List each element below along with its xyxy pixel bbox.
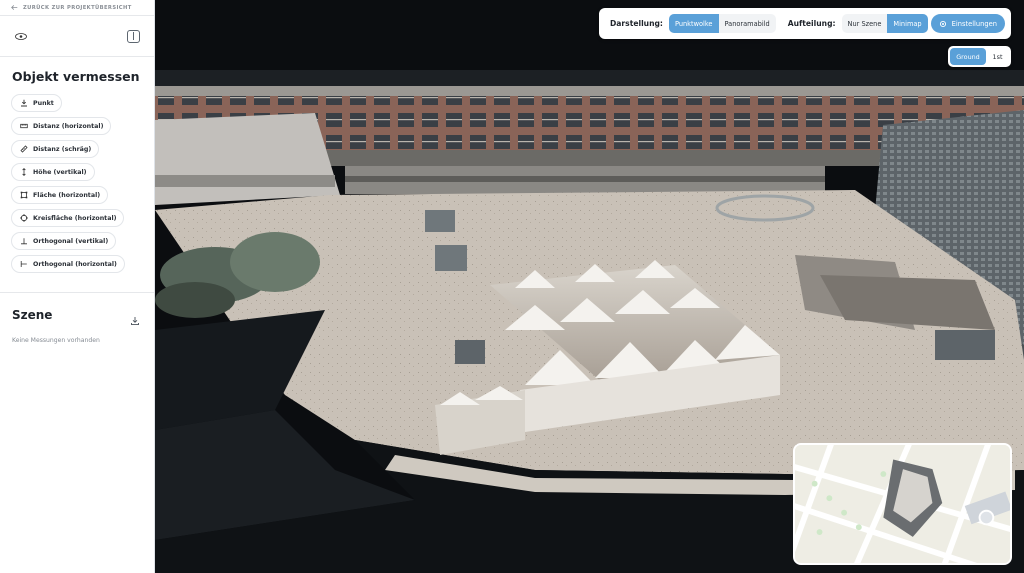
ruler-horizontal-icon xyxy=(19,122,28,131)
floor-option-ground[interactable]: Ground xyxy=(950,48,986,65)
orthogonal-horizontal-icon xyxy=(19,260,28,269)
split-option-nur-szene[interactable]: Nur Szene xyxy=(842,14,888,33)
minimap-map xyxy=(795,445,1010,563)
measure-title: Objekt vermessen xyxy=(12,69,140,84)
display-option-punktwolke[interactable]: Punktwolke xyxy=(668,14,719,33)
tool-label: Kreisfläche (horizontal) xyxy=(33,214,117,222)
settings-button[interactable]: Einstellungen xyxy=(930,14,1005,33)
tool-kreisflaeche-horizontal[interactable]: Kreisfläche (horizontal) xyxy=(11,209,125,227)
sidebar: ZURÜCK ZUR PROJEKTÜBERSICHT Objekt verme… xyxy=(0,0,155,573)
tool-label: Fläche (horizontal) xyxy=(33,191,101,199)
tool-label: Distanz (schräg) xyxy=(33,145,92,153)
minimap[interactable] xyxy=(793,443,1012,565)
back-link-label: ZURÜCK ZUR PROJEKTÜBERSICHT xyxy=(23,4,132,11)
brand-row xyxy=(0,16,154,57)
tool-punkt[interactable]: Punkt xyxy=(11,94,62,112)
tool-flaeche-horizontal[interactable]: Fläche (horizontal) xyxy=(11,186,109,204)
circle-area-icon xyxy=(19,214,28,223)
logo-eye-icon xyxy=(15,32,27,40)
panel-toggle-icon[interactable] xyxy=(127,29,140,43)
tool-orthogonal-horizontal[interactable]: Orthogonal (horizontal) xyxy=(11,255,125,273)
point-cloud-viewport[interactable]: Darstellung: Punktwolke Panoramabild Auf… xyxy=(155,0,1024,573)
app-window: ZURÜCK ZUR PROJEKTÜBERSICHT Objekt verme… xyxy=(0,0,1024,573)
display-option-panoramabild[interactable]: Panoramabild xyxy=(719,14,776,33)
view-controls-bar: Darstellung: Punktwolke Panoramabild Auf… xyxy=(599,8,1011,39)
display-label: Darstellung: xyxy=(610,19,663,28)
tool-orthogonal-vertikal[interactable]: Orthogonal (vertikal) xyxy=(11,232,117,250)
tool-label: Orthogonal (vertikal) xyxy=(33,237,109,245)
tool-distanz-horizontal[interactable]: Distanz (horizontal) xyxy=(11,117,112,135)
floor-toggle: Ground 1st xyxy=(948,46,1011,67)
area-icon xyxy=(19,191,28,200)
empty-measurements-message: Keine Messungen vorhanden xyxy=(12,337,100,344)
orthogonal-vertical-icon xyxy=(19,237,28,246)
height-icon xyxy=(19,168,28,177)
arrow-left-icon xyxy=(11,5,18,10)
tool-hoehe-vertikal[interactable]: Höhe (vertikal) xyxy=(11,163,95,181)
scene-title: Szene xyxy=(12,308,53,322)
back-to-projects-link[interactable]: ZURÜCK ZUR PROJEKTÜBERSICHT xyxy=(0,0,154,16)
tool-distanz-schraeg[interactable]: Distanz (schräg) xyxy=(11,140,100,158)
gear-icon xyxy=(939,20,946,27)
download-icon[interactable] xyxy=(130,311,140,326)
tool-label: Distanz (horizontal) xyxy=(33,122,104,130)
settings-label: Einstellungen xyxy=(951,19,997,28)
sidebar-divider xyxy=(0,292,154,293)
split-label: Aufteilung: xyxy=(787,19,836,28)
display-mode-toggle: Punktwolke Panoramabild xyxy=(668,14,776,33)
tool-label: Orthogonal (horizontal) xyxy=(33,260,117,268)
split-mode-toggle: Nur Szene Minimap xyxy=(841,14,928,33)
point-icon xyxy=(19,99,28,108)
tool-label: Punkt xyxy=(33,99,54,107)
tool-label: Höhe (vertikal) xyxy=(33,168,87,176)
measure-tools: Punkt Distanz (horizontal) Distanz (schr… xyxy=(11,94,154,273)
floor-option-1st[interactable]: 1st xyxy=(986,48,1009,65)
logo xyxy=(15,32,27,40)
ruler-diagonal-icon xyxy=(19,145,28,154)
split-option-minimap[interactable]: Minimap xyxy=(887,14,928,33)
